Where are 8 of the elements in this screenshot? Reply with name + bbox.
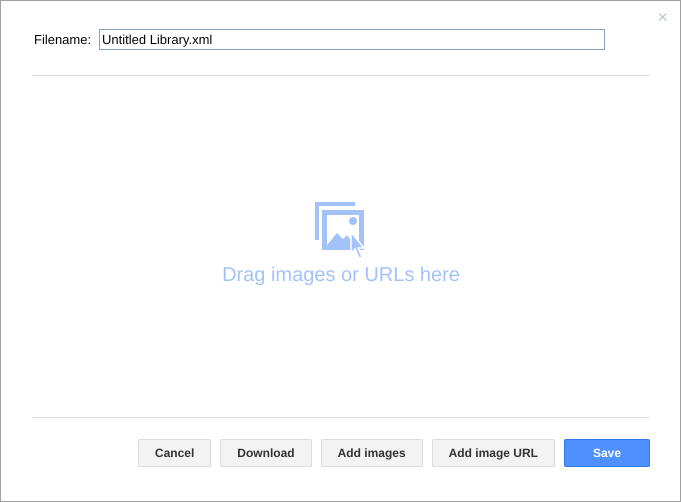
filename-field[interactable]: Untitled Library.xml (99, 29, 605, 50)
dialog-button[interactable]: Add image URL (432, 439, 555, 467)
dialog-button[interactable]: Add images (320, 439, 423, 467)
drop-hint: Drag images or URLs here (222, 264, 460, 287)
filename-label: Filename: (34, 32, 92, 47)
dialog-button[interactable]: Download (220, 439, 312, 467)
dialog-button[interactable]: Cancel (138, 439, 212, 467)
image-drop-icon (315, 202, 367, 260)
